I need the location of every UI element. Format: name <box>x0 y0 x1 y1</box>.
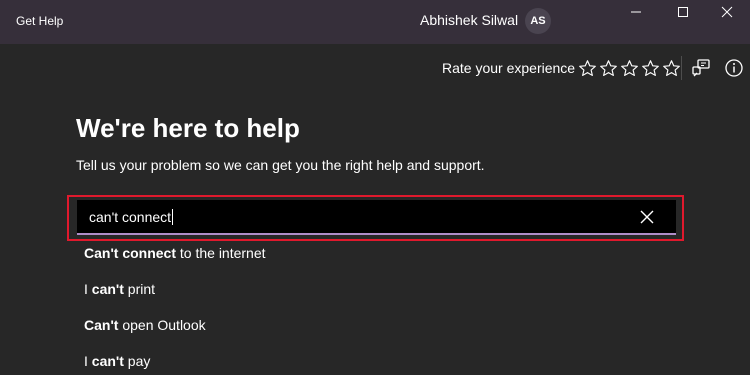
star-outline-icon[interactable] <box>640 58 660 78</box>
info-icon <box>725 59 743 77</box>
star-outline-icon[interactable] <box>598 58 618 78</box>
search-box[interactable]: can't connect <box>77 200 676 235</box>
maximize-button[interactable] <box>660 0 706 24</box>
suggestion-rest: open Outlook <box>118 317 206 333</box>
suggestion-item[interactable]: I can't print <box>84 281 155 297</box>
minimize-icon <box>631 11 641 13</box>
suggestion-prefix: I <box>84 353 92 369</box>
suggestion-rest: print <box>123 281 156 297</box>
minimize-button[interactable] <box>613 0 659 24</box>
feedback-button[interactable] <box>691 58 711 78</box>
suggestion-prefix: I <box>84 281 92 297</box>
toolbar-divider <box>681 56 682 80</box>
clear-search-button[interactable] <box>639 209 655 225</box>
suggestion-match: Can't connect <box>84 245 177 261</box>
page-title: We're here to help <box>76 113 300 143</box>
suggestion-item[interactable]: Can't connect to the internet <box>84 245 266 261</box>
close-icon <box>721 6 733 18</box>
star-rating[interactable] <box>577 58 681 78</box>
suggestion-match: Can't <box>84 317 119 333</box>
search-input[interactable]: can't connect <box>89 209 174 225</box>
clear-icon <box>640 210 654 224</box>
avatar[interactable]: AS <box>525 8 551 34</box>
suggestion-item[interactable]: I can't pay <box>84 353 150 369</box>
suggestion-rest: pay <box>123 353 151 369</box>
star-outline-icon[interactable] <box>619 58 639 78</box>
suggestion-match: can't <box>91 281 124 297</box>
user-name: Abhishek Silwal <box>420 12 519 28</box>
suggestion-match: can't <box>91 353 124 369</box>
title-bar: Get Help Abhishek Silwal AS <box>0 0 750 44</box>
star-outline-icon[interactable] <box>661 58 681 78</box>
search-input-value: can't connect <box>89 209 172 225</box>
suggestion-rest: to the internet <box>176 245 266 261</box>
close-window-button[interactable] <box>704 0 750 24</box>
suggestion-item[interactable]: Can't open Outlook <box>84 317 206 333</box>
app-title: Get Help <box>16 14 64 28</box>
star-outline-icon[interactable] <box>577 58 597 78</box>
maximize-icon <box>678 7 688 17</box>
feedback-icon <box>692 59 710 77</box>
page-subtitle: Tell us your problem so we can get you t… <box>76 157 485 173</box>
avatar-initials: AS <box>530 15 546 27</box>
text-caret <box>172 209 174 225</box>
info-button[interactable] <box>724 58 744 78</box>
rate-experience-label: Rate your experience <box>442 60 576 76</box>
